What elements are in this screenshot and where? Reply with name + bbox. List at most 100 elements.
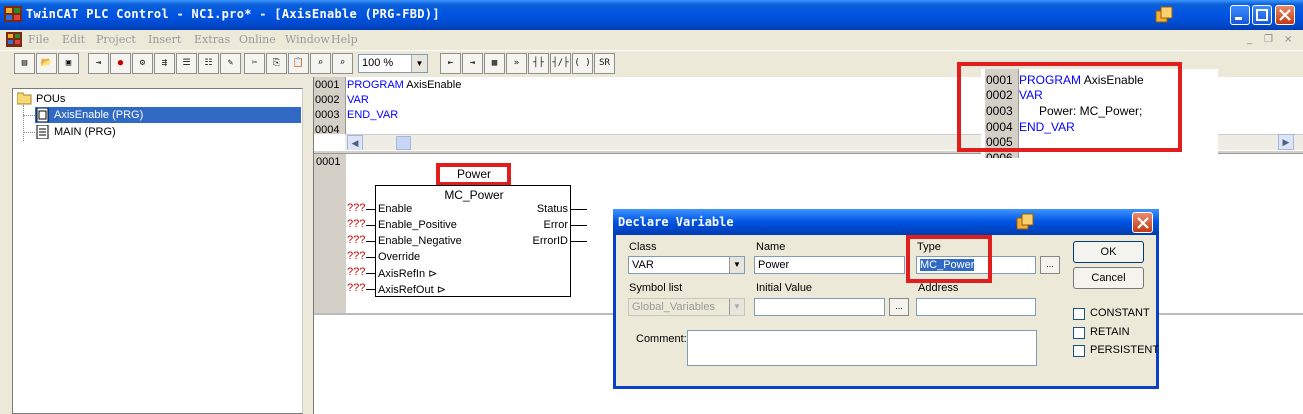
network-before-button[interactable]: ⇤ — [440, 53, 461, 74]
retain-label: RETAIN — [1090, 326, 1130, 338]
symbol-list-select: Global_Variables ▼ — [628, 298, 745, 316]
input-pin-enable-positive[interactable]: Enable_Positive — [378, 219, 457, 231]
menu-extras[interactable]: Extras — [194, 33, 230, 46]
coil-button[interactable]: ( ) — [572, 53, 593, 74]
input-wire — [366, 289, 375, 290]
chevron-down-icon[interactable]: ▼ — [729, 257, 744, 273]
input-placeholder[interactable]: ??? — [347, 202, 365, 214]
login-button[interactable]: ⇥ — [88, 53, 109, 74]
minimize-icon — [1235, 17, 1242, 20]
set-reset-button[interactable]: SR — [594, 53, 615, 74]
box-icon: ▦ — [491, 58, 498, 68]
network-after-button[interactable]: ⇥ — [462, 53, 483, 74]
maximize-button[interactable] — [1252, 5, 1272, 25]
symbol-list-label: Symbol list — [629, 282, 683, 294]
retain-checkbox[interactable] — [1073, 327, 1085, 339]
line-number: 0001 — [315, 79, 340, 91]
menu-window[interactable]: Window — [285, 33, 330, 46]
persistent-checkbox[interactable] — [1073, 345, 1085, 357]
address-input[interactable] — [916, 298, 1036, 316]
tree-item-axisenable[interactable]: AxisEnable (PRG) — [35, 107, 301, 123]
network-before-icon: ⇤ — [447, 58, 454, 68]
step-over-button[interactable]: ☰ — [176, 53, 197, 74]
output-pin-status[interactable]: Status — [537, 203, 568, 215]
menu-online[interactable]: Online — [239, 33, 276, 46]
twincat-app-icon[interactable] — [4, 6, 22, 22]
login-icon: ⇥ — [95, 58, 102, 68]
input-pin-axisrefin[interactable]: AxisRefIn ⊳ — [378, 267, 437, 280]
name-label: Name — [756, 241, 786, 253]
constant-label: CONSTANT — [1090, 307, 1150, 319]
input-placeholder[interactable]: ??? — [347, 282, 365, 294]
input-pin-enable[interactable]: Enable — [378, 203, 412, 215]
comment-input[interactable] — [687, 330, 1037, 366]
document-icon[interactable] — [6, 32, 22, 47]
scroll-left-icon[interactable]: ◀ — [347, 135, 363, 151]
mdi-minimize-icon[interactable]: _ — [1247, 34, 1252, 45]
run-button[interactable]: ⚙ — [132, 53, 153, 74]
save-disk-icon: ▣ — [65, 58, 72, 68]
mdi-restore-icon[interactable]: ❐ — [1264, 34, 1273, 45]
ok-button[interactable]: OK — [1073, 241, 1144, 263]
minimize-button[interactable] — [1230, 5, 1250, 25]
constant-checkbox[interactable] — [1073, 308, 1085, 320]
step-in-button[interactable]: ☷ — [198, 53, 219, 74]
output-pin-errorid[interactable]: ErrorID — [533, 235, 568, 247]
folder-open-icon — [17, 92, 32, 105]
find-button[interactable]: ⌕ — [310, 53, 331, 74]
scroll-right-icon[interactable]: ▶ — [1278, 134, 1294, 150]
output-wire — [571, 241, 587, 242]
name-input[interactable]: Power — [754, 256, 905, 274]
cancel-button[interactable]: Cancel — [1073, 267, 1144, 289]
input-pin-axisrefout[interactable]: AxisRefOut ⊳ — [378, 283, 446, 296]
menu-file[interactable]: File — [28, 33, 49, 46]
copy-icon: ⎘ — [272, 58, 281, 68]
write-values-button[interactable]: ✎ — [220, 53, 241, 74]
initial-value-input[interactable] — [754, 298, 885, 316]
negated-contact-button[interactable]: ┤/├ — [550, 53, 571, 74]
output-pin-error[interactable]: Error — [544, 219, 568, 231]
zoom-select[interactable]: 100 % ▼ — [358, 54, 428, 73]
copy-button[interactable]: ⎘ — [266, 53, 287, 74]
step-over-icon: ☰ — [182, 58, 191, 68]
find-next-button[interactable]: ⌕ — [332, 53, 353, 74]
input-placeholder[interactable]: ??? — [347, 218, 365, 230]
menu-insert[interactable]: Insert — [148, 33, 181, 46]
breakpoint-button[interactable]: ⇶ — [154, 53, 175, 74]
open-button[interactable]: 📂 — [36, 53, 57, 74]
menu-edit[interactable]: Edit — [62, 33, 85, 46]
menu-project[interactable]: Project — [96, 33, 136, 46]
scroll-thumb[interactable] — [396, 136, 411, 150]
input-placeholder[interactable]: ??? — [347, 250, 365, 262]
input-placeholder[interactable]: ??? — [347, 266, 365, 278]
tree-item-label: AxisEnable (PRG) — [54, 109, 144, 121]
paste-button[interactable]: 📋 — [288, 53, 309, 74]
find-next-icon: ⌕ — [339, 58, 346, 68]
menu-help[interactable]: Help — [331, 33, 358, 46]
dialog-close-button[interactable] — [1132, 212, 1153, 233]
maximize-icon — [1256, 9, 1268, 21]
box-button[interactable]: ▦ — [484, 53, 505, 74]
identifier: AxisEnable — [403, 79, 462, 91]
cut-button[interactable]: ✂ — [244, 53, 265, 74]
input-placeholder[interactable]: ??? — [347, 234, 365, 246]
input-pin-override[interactable]: Override — [378, 251, 420, 263]
dialog-title-bar[interactable]: Declare Variable — [613, 209, 1159, 235]
contact-button[interactable]: ┤├ — [528, 53, 549, 74]
function-block-mc-power[interactable]: MC_Power Enable Enable_Positive Enable_N… — [375, 185, 571, 297]
menu-bar: File Edit Project Insert Extras Online W… — [0, 30, 1303, 49]
jump-button[interactable]: » — [506, 53, 527, 74]
new-button[interactable]: ▤ — [14, 53, 35, 74]
breakpoint-icon: ⇶ — [161, 58, 168, 68]
input-pin-enable-negative[interactable]: Enable_Negative — [378, 235, 462, 247]
type-browse-button[interactable]: ... — [1040, 256, 1060, 274]
class-select[interactable]: VAR ▼ — [628, 256, 745, 274]
pou-document-icon — [36, 125, 49, 139]
mdi-close-icon[interactable]: × — [1284, 34, 1292, 45]
pin-label: AxisRefIn — [378, 268, 426, 280]
stop-button[interactable]: ● — [110, 53, 131, 74]
save-button[interactable]: ▣ — [58, 53, 79, 74]
initial-value-browse-button[interactable]: ... — [889, 298, 909, 316]
close-button[interactable] — [1275, 5, 1295, 25]
chevron-down-icon[interactable]: ▼ — [411, 55, 427, 72]
